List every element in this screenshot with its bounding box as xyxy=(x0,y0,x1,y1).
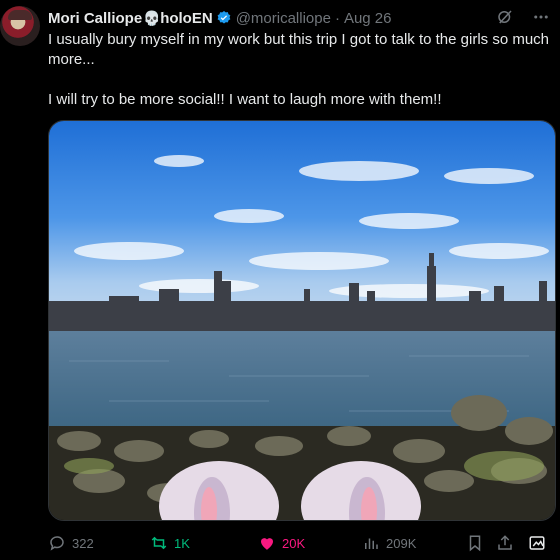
tweet-text-line: I usually bury myself in my work but thi… xyxy=(48,31,550,68)
heart-icon xyxy=(258,534,276,552)
tweet-text: I usually bury myself in my work but thi… xyxy=(48,30,554,110)
grok-icon[interactable] xyxy=(496,8,514,26)
skull-emoji-icon: 💀 xyxy=(143,10,161,26)
like-button[interactable]: 20K xyxy=(258,530,305,556)
share-icon xyxy=(496,534,514,552)
author-name[interactable]: Mori Calliope xyxy=(48,10,142,27)
views-button[interactable]: 209K xyxy=(362,530,416,556)
retweet-button[interactable]: 1K xyxy=(150,530,190,556)
tweet-header: Mori Calliope 💀 holoEN @moricalliope · A… xyxy=(48,8,560,28)
photo-city-skyline xyxy=(49,121,555,520)
views-count: 209K xyxy=(386,535,417,551)
grok-image-icon xyxy=(528,534,546,552)
reply-button[interactable]: 322 xyxy=(48,530,94,556)
tweet-actions: 322 1K 20K 209K xyxy=(48,530,554,556)
tweet-date[interactable]: Aug 26 xyxy=(344,10,392,27)
share-button[interactable] xyxy=(496,530,514,556)
grok-image-button[interactable] xyxy=(528,530,546,556)
author-handle[interactable]: @moricalliope xyxy=(236,10,331,27)
like-count: 20K xyxy=(282,535,306,551)
author-name-suffix[interactable]: holoEN xyxy=(160,10,213,27)
reply-count: 322 xyxy=(72,535,94,551)
tweet-photo[interactable] xyxy=(48,120,556,521)
reply-icon xyxy=(48,534,66,552)
separator-dot: · xyxy=(334,9,340,27)
retweet-icon xyxy=(150,534,168,552)
bookmark-button[interactable] xyxy=(466,530,484,556)
tweet-text-line: I will try to be more social!! I want to… xyxy=(48,91,442,108)
verified-badge-icon[interactable] xyxy=(216,10,232,26)
bookmark-icon xyxy=(466,534,484,552)
avatar[interactable] xyxy=(0,6,40,46)
views-chart-icon xyxy=(362,534,380,552)
more-options-icon[interactable] xyxy=(532,8,550,26)
retweet-count: 1K xyxy=(174,535,190,551)
